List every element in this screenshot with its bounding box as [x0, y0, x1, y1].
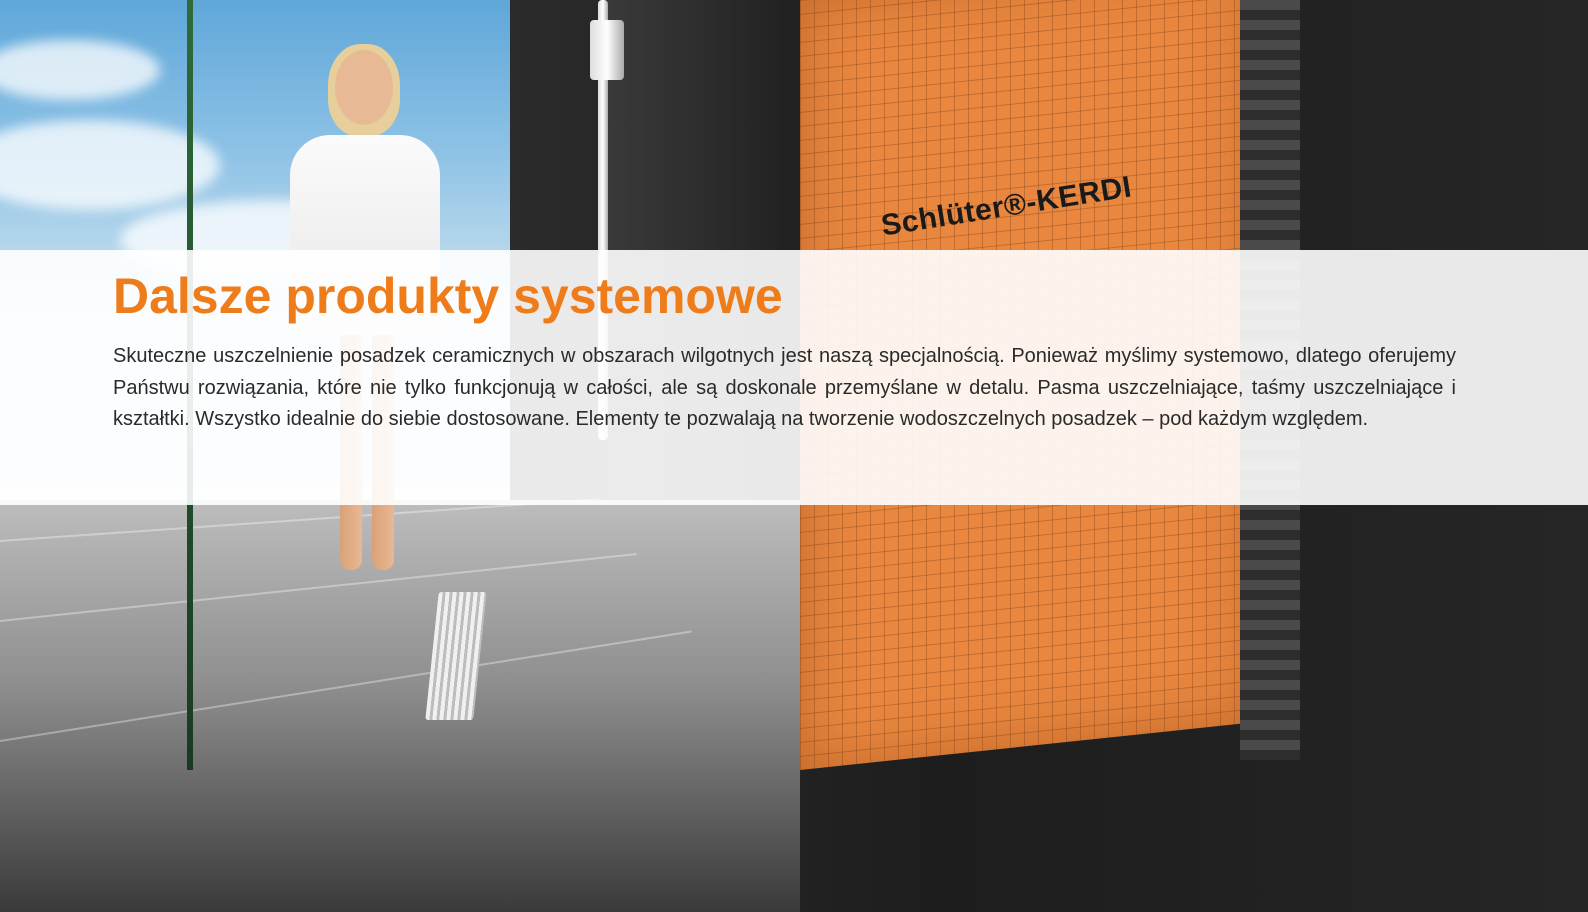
shower-head	[590, 20, 624, 80]
cloud	[0, 40, 160, 100]
floor-tile-joint	[0, 630, 692, 742]
page-title: Dalsze produkty systemowe	[113, 268, 783, 324]
intro-paragraph: Skuteczne uszczelnienie posadzek ceramic…	[113, 345, 1456, 430]
head	[335, 50, 393, 125]
